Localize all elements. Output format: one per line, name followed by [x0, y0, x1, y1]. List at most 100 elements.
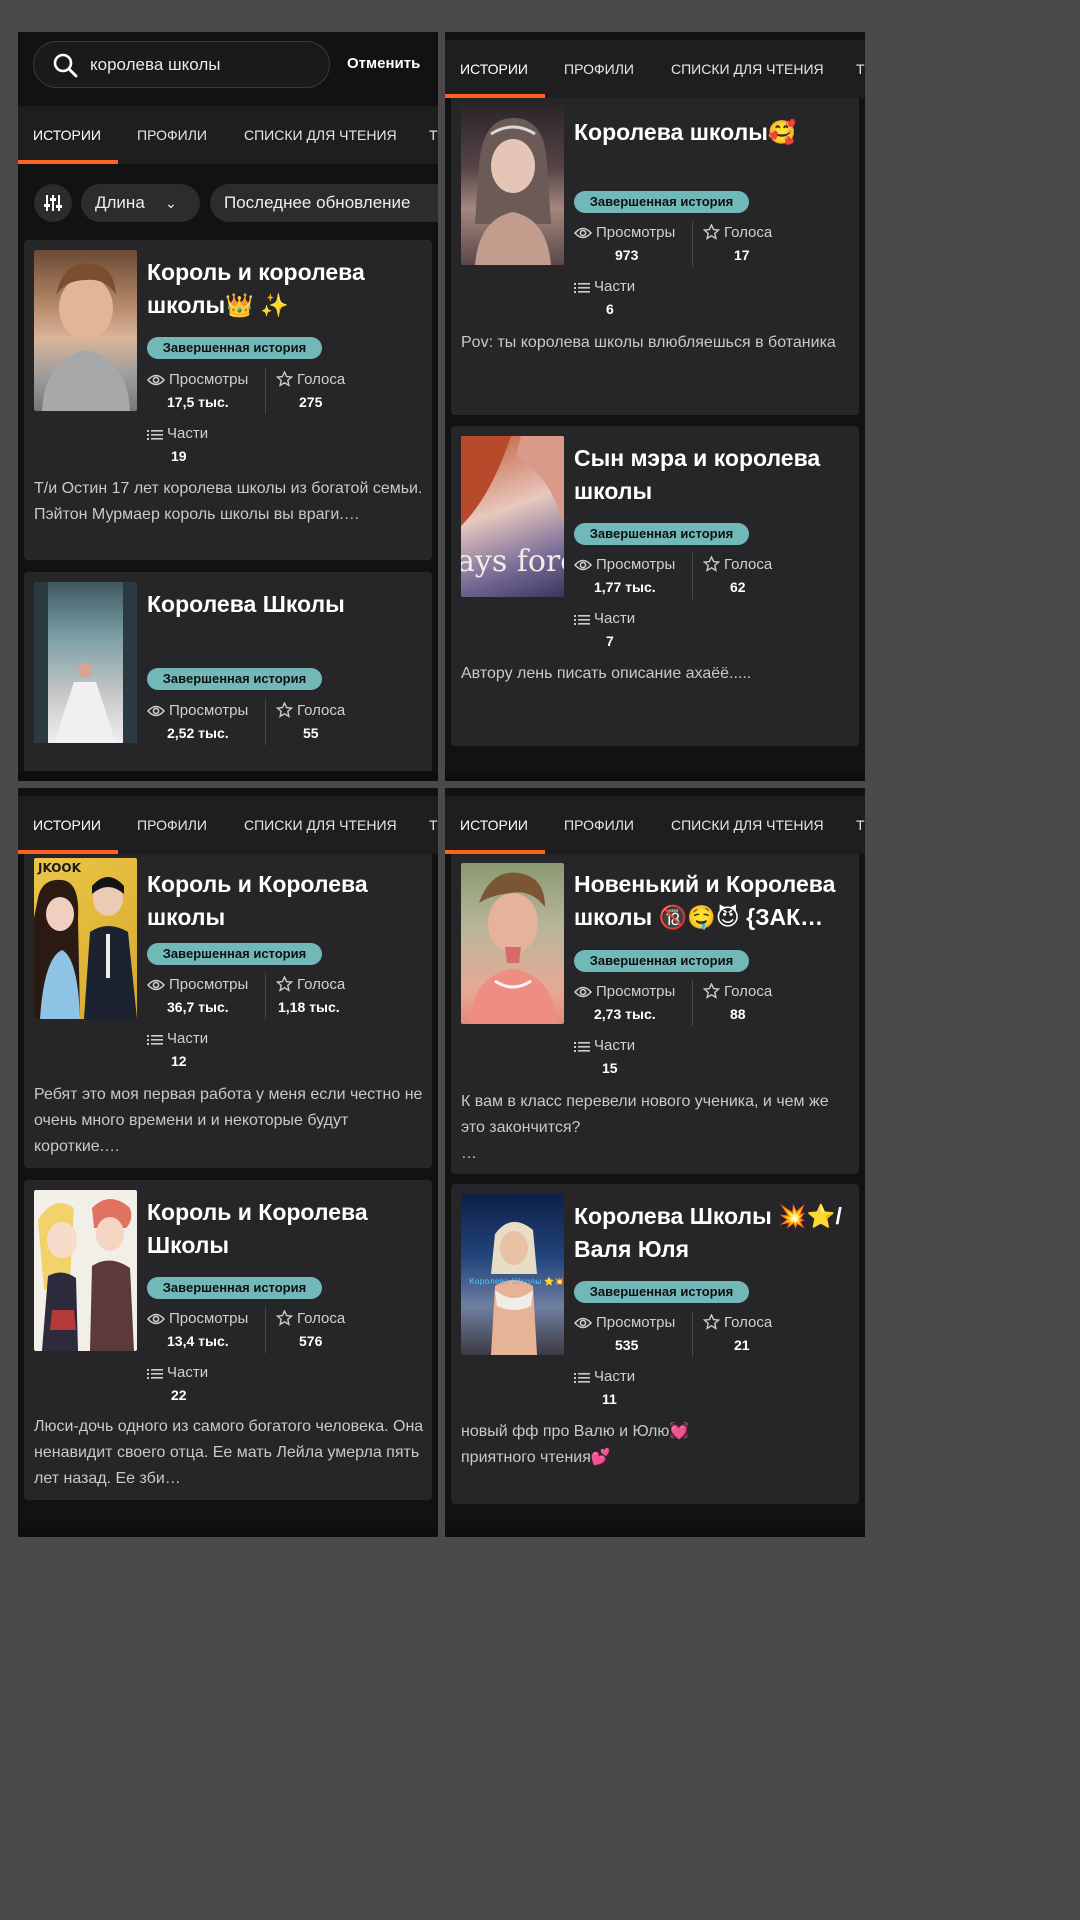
cover-text: ays fore — [461, 544, 564, 579]
tab-profiles[interactable]: ПРОФИЛИ — [564, 796, 634, 854]
views-count: 13,4 тыс. — [167, 1333, 229, 1349]
story-card[interactable]: Король и Королева Школы Завершенная исто… — [24, 1180, 432, 1500]
list-icon — [147, 1369, 163, 1379]
story-card[interactable]: Король и королева школы👑 ✨ Завершенная и… — [24, 240, 432, 560]
story-card[interactable]: JKOOK Король и Королева школы Завершенна… — [24, 854, 432, 1168]
parts-label: Части — [574, 278, 635, 295]
star-icon — [702, 223, 721, 240]
tab-more[interactable]: Т — [856, 796, 865, 854]
views-label: Просмотры — [146, 371, 248, 388]
cancel-button[interactable]: Отменить — [347, 55, 420, 72]
tab-bar: ИСТОРИИ ПРОФИЛИ СПИСКИ ДЛЯ ЧТЕНИЯ Т — [445, 40, 865, 98]
bottom-nav-bar — [445, 771, 865, 781]
stat-divider — [692, 1311, 693, 1357]
parts-count: 6 — [606, 301, 614, 317]
tab-reading-lists[interactable]: СПИСКИ ДЛЯ ЧТЕНИЯ — [244, 106, 397, 164]
star-icon — [275, 975, 294, 992]
tab-stories[interactable]: ИСТОРИИ — [460, 40, 528, 98]
screenshot-panel-4: ИСТОРИИ ПРОФИЛИ СПИСКИ ДЛЯ ЧТЕНИЯ Т Нове… — [445, 788, 865, 1537]
votes-label: Голоса — [275, 701, 345, 719]
story-description: К вам в класс перевели нового ученика, и… — [461, 1093, 829, 1162]
tab-stories[interactable]: ИСТОРИИ — [460, 796, 528, 854]
story-title[interactable]: Король и Королева Школы — [147, 1196, 427, 1262]
story-title[interactable]: Королева Школы 💥⭐/Валя Юля — [574, 1200, 854, 1266]
search-bar: королева школы Отменить — [18, 32, 438, 106]
screenshot-panel-2: ИСТОРИИ ПРОФИЛИ СПИСКИ ДЛЯ ЧТЕНИЯ Т Коро… — [445, 32, 865, 781]
tab-profiles[interactable]: ПРОФИЛИ — [564, 40, 634, 98]
story-card[interactable]: ays fore Сын мэра и королева школы Завер… — [451, 426, 859, 746]
screenshot-panel-1: королева школы Отменить ИСТОРИИ ПРОФИЛИ … — [18, 32, 438, 781]
eye-icon — [146, 979, 166, 991]
list-icon — [147, 430, 163, 440]
tab-more[interactable]: Т — [856, 40, 865, 98]
filter-settings-button[interactable] — [34, 184, 72, 222]
parts-label: Части — [147, 1030, 208, 1047]
cover-text: JKOOK — [37, 861, 82, 875]
eye-icon — [146, 374, 166, 386]
votes-count: 275 — [299, 394, 323, 410]
story-cover-image: ays fore — [461, 436, 564, 597]
star-icon — [275, 370, 294, 387]
stat-divider — [692, 553, 693, 599]
search-icon — [53, 53, 78, 78]
story-cover-image — [461, 863, 564, 1024]
completed-badge: Завершенная история — [574, 950, 749, 972]
parts-label: Части — [147, 1364, 208, 1381]
story-card[interactable]: Новенький и Королева школы 🔞🤤😈 {ЗАК… Зав… — [451, 854, 859, 1174]
chevron-down-icon: ⌄ — [165, 195, 177, 211]
votes-count: 55 — [303, 725, 319, 741]
views-count: 2,73 тыс. — [594, 1006, 656, 1022]
tab-profiles[interactable]: ПРОФИЛИ — [137, 106, 207, 164]
star-icon — [702, 1313, 721, 1330]
eye-icon — [573, 559, 593, 571]
story-title[interactable]: Сын мэра и королева школы — [574, 442, 854, 508]
tab-stories[interactable]: ИСТОРИИ — [33, 796, 101, 854]
eye-icon — [573, 986, 593, 998]
sliders-icon — [44, 195, 62, 211]
views-label: Просмотры — [146, 976, 248, 993]
star-icon — [275, 701, 294, 718]
tab-profiles[interactable]: ПРОФИЛИ — [137, 796, 207, 854]
story-title[interactable]: Новенький и Королева школы 🔞🤤😈 {ЗАК… — [574, 868, 854, 934]
story-description: новый фф про Валю и Юлю💓 приятного чтени… — [461, 1423, 690, 1466]
tab-reading-lists[interactable]: СПИСКИ ДЛЯ ЧТЕНИЯ — [671, 796, 824, 854]
story-title[interactable]: Королева школы🥰 — [574, 116, 854, 149]
tab-more[interactable]: Т — [429, 796, 438, 854]
story-cover-image: JKOOK — [34, 858, 137, 1019]
star-icon — [702, 555, 721, 572]
votes-label: Голоса — [275, 1309, 345, 1327]
eye-icon — [573, 227, 593, 239]
tab-reading-lists[interactable]: СПИСКИ ДЛЯ ЧТЕНИЯ — [671, 40, 824, 98]
parts-label: Части — [574, 1368, 635, 1385]
story-title[interactable]: Король и королева школы👑 ✨ — [147, 256, 427, 322]
tab-reading-lists[interactable]: СПИСКИ ДЛЯ ЧТЕНИЯ — [244, 796, 397, 854]
votes-label: Голоса — [275, 370, 345, 388]
story-title[interactable]: Королева Школы — [147, 588, 427, 621]
filter-bar: Длина ⌄ Последнее обновление — [18, 164, 438, 242]
list-icon — [147, 1035, 163, 1045]
tab-stories[interactable]: ИСТОРИИ — [33, 106, 101, 164]
story-description: Т/и Остин 17 лет королева школы из богат… — [34, 480, 423, 523]
list-icon — [574, 1373, 590, 1383]
length-filter-dropdown[interactable]: Длина ⌄ — [81, 184, 200, 222]
views-count: 535 — [615, 1337, 639, 1353]
completed-badge: Завершенная история — [147, 1277, 322, 1299]
votes-label: Голоса — [275, 975, 345, 993]
story-card[interactable]: Королева Школы ⭐💥 Королева Школы 💥⭐/Валя… — [451, 1184, 859, 1504]
stat-divider — [692, 980, 693, 1026]
story-title[interactable]: Король и Королева школы — [147, 868, 427, 934]
parts-count: 12 — [171, 1053, 187, 1069]
tab-more[interactable]: Т — [429, 106, 438, 164]
story-cover-image — [34, 250, 137, 411]
story-card[interactable]: Королева Школы Завершенная история Просм… — [24, 572, 432, 781]
views-count: 17,5 тыс. — [167, 394, 229, 410]
parts-count: 19 — [171, 448, 187, 464]
stat-divider — [265, 1307, 266, 1353]
story-card[interactable]: Королева школы🥰 Завершенная история Прос… — [451, 98, 859, 415]
last-updated-filter[interactable]: Последнее обновление — [210, 184, 438, 222]
story-description: Ребят это моя первая работа у меня если … — [34, 1086, 423, 1155]
list-icon — [574, 1042, 590, 1052]
completed-badge: Завершенная история — [574, 1281, 749, 1303]
search-input[interactable]: королева школы — [33, 41, 330, 88]
views-label: Просмотры — [573, 1314, 675, 1331]
